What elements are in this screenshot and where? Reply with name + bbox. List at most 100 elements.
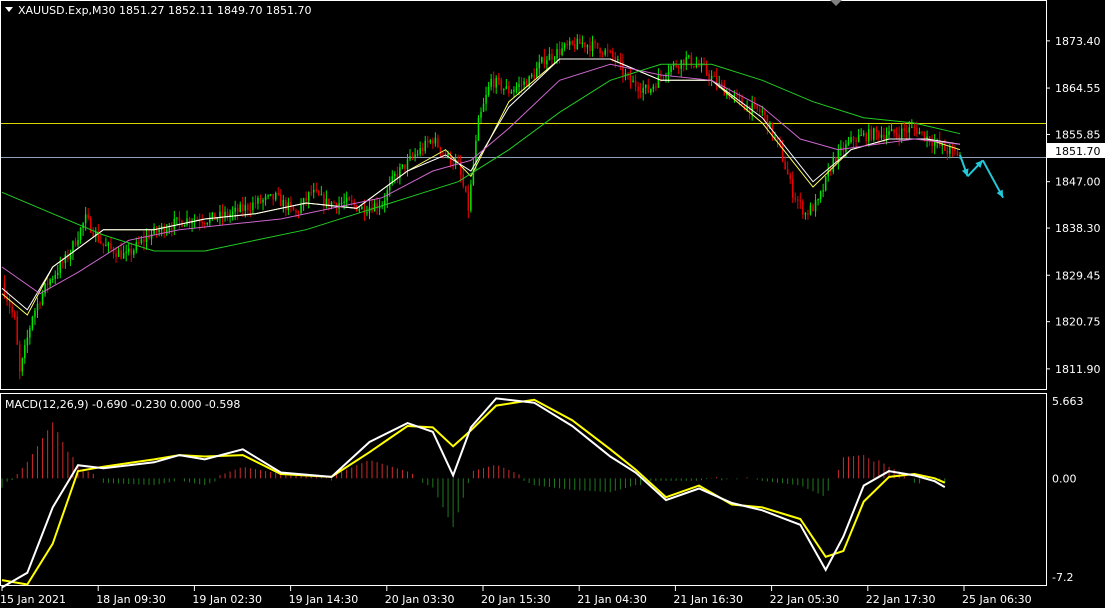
candle-bear: [226, 211, 229, 217]
candle-bear: [348, 197, 350, 201]
candle-bear: [201, 222, 203, 224]
price-tick-label: 1855.85: [1055, 128, 1101, 141]
candle-bear: [677, 66, 680, 69]
candle-bear: [741, 97, 743, 105]
time-tick-label: 18 Jan 09:30: [96, 593, 166, 606]
candle-bull: [44, 283, 46, 294]
candle-bull: [568, 41, 571, 46]
candle-bull: [343, 201, 345, 203]
candle-bull: [133, 250, 135, 255]
candles: [3, 34, 961, 380]
trading-chart[interactable]: 1873.40 1864.55 1855.85 1847.00 1838.30 1829.…: [0, 0, 1105, 608]
candle-bear: [102, 243, 105, 246]
price-tick-label: 1847.00: [1055, 176, 1101, 189]
candle-bear: [594, 41, 596, 43]
candle-bear: [203, 223, 206, 225]
candle-bull: [546, 60, 548, 65]
candle-bull: [857, 135, 860, 142]
candle-bull: [401, 164, 404, 168]
symbol-menu-icon[interactable]: [5, 7, 13, 12]
candle-bull: [563, 43, 566, 49]
candle-bull: [553, 58, 556, 60]
candle-bear: [794, 197, 797, 200]
time-tick-label: 15 Jan 2021: [0, 593, 66, 606]
candle-bull: [644, 84, 647, 88]
candle-bull: [21, 358, 24, 372]
candle-bear: [708, 73, 710, 80]
candle-bull: [523, 81, 525, 85]
candle-bull: [394, 173, 396, 177]
candle-bull: [117, 250, 120, 257]
candle-bull: [36, 303, 39, 311]
candle-bull: [49, 279, 51, 285]
candle-bear: [875, 128, 878, 132]
candle-bull: [267, 195, 269, 197]
macd-tick-label: 5.663: [1052, 395, 1084, 408]
candle-bull: [642, 87, 644, 93]
candle-bull: [862, 133, 865, 135]
candle-bull: [847, 141, 850, 145]
candle-bear: [609, 51, 612, 53]
candle-bull: [361, 206, 363, 210]
signal-line: [1, 398, 946, 586]
candle-bear: [606, 50, 609, 52]
candle-bull: [31, 316, 34, 329]
candle-bear: [462, 174, 465, 187]
candle-bear: [786, 169, 789, 175]
candle-bull: [751, 103, 753, 114]
candle-bull: [873, 128, 875, 140]
macd-histogram: [1, 422, 946, 528]
candle-bull: [510, 91, 513, 94]
candle-bull: [307, 192, 310, 201]
candle-bull: [809, 205, 812, 215]
candle-bear: [584, 42, 586, 48]
candle-bear: [802, 201, 804, 215]
candle-bear: [74, 241, 77, 246]
candle-bear: [883, 134, 885, 140]
candle-bull: [406, 159, 409, 170]
candle-bull: [176, 217, 178, 219]
candle-bull: [652, 86, 655, 89]
candle-bear: [946, 150, 949, 154]
candle-bear: [865, 133, 867, 142]
candle-bear: [533, 74, 535, 78]
candle-bull: [487, 86, 490, 95]
candle-bear: [508, 86, 510, 94]
macd-lines: [1, 397, 946, 589]
candle-bull: [505, 86, 508, 89]
candle-bull: [41, 293, 44, 305]
candle-bear: [639, 91, 642, 93]
candle-bear: [807, 213, 809, 215]
candle-bear: [589, 45, 591, 51]
candle-bear: [799, 200, 802, 202]
moving-averages: [1, 58, 961, 316]
candle-bear: [764, 111, 766, 116]
candle-bull: [366, 212, 368, 214]
candle-bear: [736, 94, 738, 96]
candle-bear: [363, 206, 366, 214]
candle-bear: [16, 316, 18, 345]
candle-bear: [236, 207, 239, 213]
price-tick-label: 1873.40: [1055, 35, 1101, 48]
candle-bear: [292, 206, 295, 211]
candle-bull: [586, 45, 589, 48]
candle-bear: [404, 164, 406, 170]
candle-bull: [733, 94, 736, 96]
candle-bear: [612, 51, 614, 57]
price-tick-label: 1820.75: [1055, 316, 1101, 329]
candle-bear: [655, 86, 657, 88]
scroll-marker-icon[interactable]: [830, 0, 842, 6]
candle-bear: [903, 128, 906, 131]
candle-bear: [566, 43, 568, 46]
candle-bear: [254, 202, 257, 204]
candle-bull: [239, 204, 241, 213]
candle-bear: [39, 303, 41, 305]
candle-bear: [721, 82, 723, 85]
candle-bear: [705, 64, 708, 74]
candle-bull: [482, 103, 485, 112]
candle-bull: [34, 310, 36, 317]
candle-bull: [591, 41, 594, 51]
candle-bull: [667, 72, 670, 76]
price-axis: 1873.40 1864.55 1855.85 1847.00 1838.30 1829.…: [1046, 35, 1101, 376]
projection-arrows: [959, 154, 1004, 199]
